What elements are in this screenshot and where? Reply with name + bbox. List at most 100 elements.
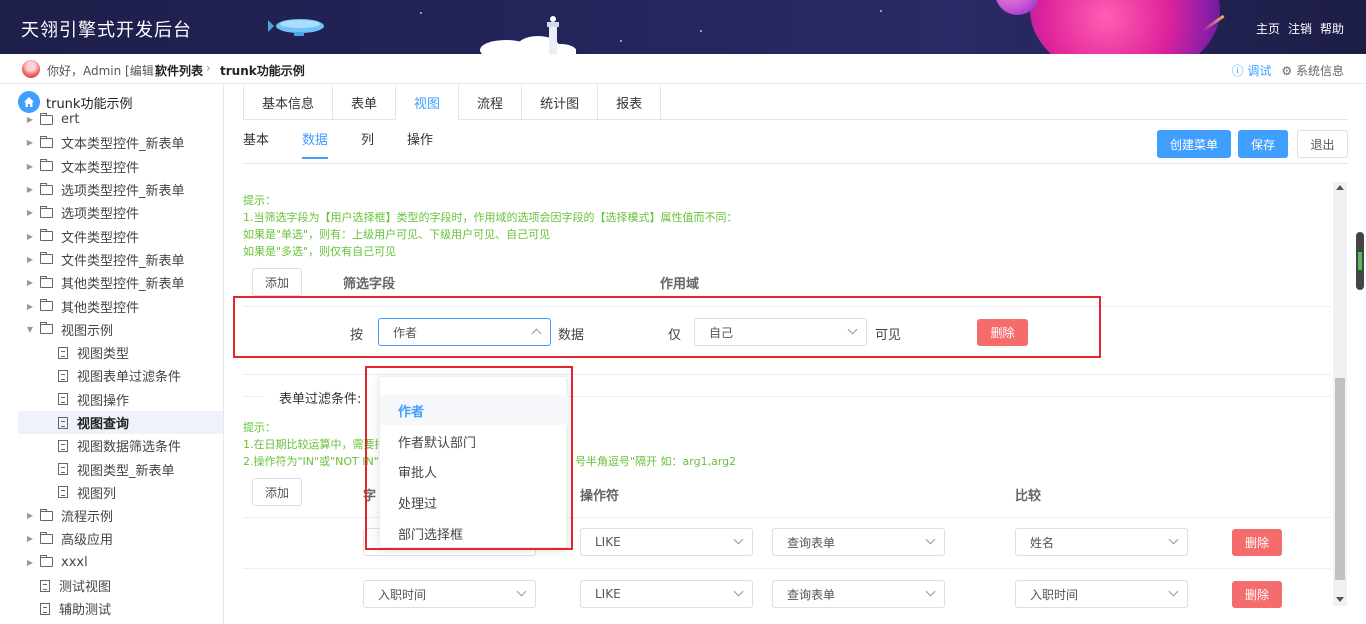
sidebar-item[interactable]: ▶ 其他类型控件_新表单 [18,271,223,294]
caret-right-icon[interactable]: ▶ [24,185,36,194]
add-filter-button[interactable]: 添加 [252,268,302,296]
sidebar-item[interactable]: ▶ 选项类型控件_新表单 [18,178,223,201]
sidebar-item-label: 视图示例 [61,323,114,339]
sidebar-item[interactable]: 辅助测试 [18,597,223,620]
folder-icon [40,135,53,148]
subtab[interactable]: 操作 [407,129,433,159]
scroll-thumb[interactable] [1335,378,1345,580]
operator-select[interactable]: LIKE [580,580,753,608]
sidebar-item[interactable]: ▶ 流程示例 [18,504,223,527]
folder-icon [40,275,53,288]
highlight-box [233,296,1101,358]
caret-down-icon[interactable]: ▼ [24,325,36,334]
tab[interactable]: 视图 [395,85,459,120]
sidebar-item[interactable]: 视图列 [18,481,223,504]
sidebar-item[interactable]: ▼ 视图示例 [18,318,223,341]
sidebar-item[interactable]: 视图查询 [18,410,223,435]
caret-right-icon[interactable]: ▶ [24,302,36,311]
logout-link[interactable]: 注销 [1288,20,1312,37]
tab[interactable]: 表单 [332,85,396,120]
tab[interactable]: 报表 [597,85,662,120]
filter-hint: 提示： 1.当筛选字段为【用户选择框】类型的字段时，作用域的选项会因字段的【选择… [243,194,738,258]
sidebar-item-label: 选项类型控件 [61,207,140,223]
source-select[interactable]: 查询表单 [772,580,945,608]
exit-button[interactable]: 退出 [1297,130,1348,158]
caret-right-icon[interactable]: ▶ [24,534,36,543]
divider [243,568,1331,569]
condition-field-select[interactable]: 入职时间 [363,580,536,608]
sidebar-item[interactable]: 视图类型 [18,341,223,364]
blimp-icon [268,19,324,36]
sidebar-item[interactable]: ▶ xxxl [18,551,223,574]
highlight-box [365,366,573,550]
chevron-down-icon [1168,586,1179,597]
sidebar-item[interactable]: 视图数据筛选条件 [18,434,223,457]
compare-select[interactable]: 入职时间 [1015,580,1188,608]
add-condition-button[interactable]: 添加 [252,478,302,506]
sidebar-item[interactable]: 测试视图 [18,574,223,597]
caret-right-icon[interactable]: ▶ [24,232,36,241]
sidebar-item[interactable]: ▶ 文本类型控件 [18,155,223,178]
caret-right-icon[interactable]: ▶ [24,511,36,520]
header-nav: 主页 注销 帮助 [1256,20,1344,37]
folder-icon [40,299,53,312]
sidebar-item-label: 文件类型控件 [61,230,140,246]
caret-right-icon[interactable]: ▶ [24,255,36,264]
scroll-up-icon[interactable] [1336,185,1344,190]
subtab[interactable]: 列 [361,129,374,159]
delete-condition-button[interactable]: 删除 [1232,581,1282,608]
document-icon [40,602,50,615]
tab[interactable]: 基本信息 [243,85,333,120]
sidebar-item[interactable]: ▶ 文件类型控件 [18,224,223,247]
sidebar-item[interactable]: ▶ 其他类型控件 [18,294,223,317]
caret-right-icon[interactable]: ▶ [24,115,36,124]
folder-icon [40,182,53,195]
sidebar-item[interactable]: ▶ 文本类型控件_新表单 [18,131,223,154]
caret-right-icon[interactable]: ▶ [24,162,36,171]
caret-right-icon[interactable]: ▶ [24,558,36,567]
create-menu-button[interactable]: 创建菜单 [1157,130,1231,158]
sidebar-item[interactable]: ▶ 选项类型控件 [18,201,223,224]
help-link[interactable]: 帮助 [1320,20,1344,37]
subtab[interactable]: 基本 [243,129,269,159]
caret-right-icon[interactable]: ▶ [24,208,36,217]
operator-select[interactable]: LIKE [580,528,753,556]
subtab[interactable]: 数据 [302,129,329,159]
sidebar-item[interactable]: 视图操作 [18,388,223,411]
source-select[interactable]: 查询表单 [772,528,945,556]
avatar[interactable] [22,60,40,78]
app-title: 天翎引擎式开发后台 [21,20,192,41]
page-scrollbar[interactable] [1356,232,1364,290]
sidebar-item-label: 视图列 [77,486,117,502]
document-icon [58,369,68,382]
sidebar-item[interactable]: ▶ 文件类型控件_新表单 [18,248,223,271]
content-scrollbar[interactable] [1333,182,1347,606]
home-link[interactable]: 主页 [1256,20,1280,37]
scroll-down-icon[interactable] [1336,597,1344,602]
breadcrumb-software-list[interactable]: 软件列表 [155,62,203,79]
document-icon [58,486,68,499]
caret-right-icon[interactable]: ▶ [24,278,36,287]
sidebar-item-label: 文本类型控件 [61,160,140,176]
sidebar-item[interactable]: 视图类型_新表单 [18,457,223,480]
debug-link[interactable]: ⓘ 调试 [1232,62,1272,79]
breadcrumb-trunk[interactable]: trunk功能示例 [220,62,305,79]
sidebar-item-label: 测试视图 [59,580,112,596]
system-info-link[interactable]: ⚙ 系统信息 [1281,62,1344,79]
star-decoration [880,10,882,12]
tab[interactable]: 流程 [458,85,522,120]
chevron-right-icon: › [298,61,303,75]
col-scope: 作用域 [660,277,700,292]
sidebar-item-label: 视图类型 [77,347,130,363]
tab[interactable]: 统计图 [521,85,598,120]
col-compare: 比较 [1015,489,1042,504]
sidebar-item[interactable]: ▶ ert [18,108,223,131]
sidebar-item[interactable]: 视图表单过滤条件 [18,364,223,387]
caret-right-icon[interactable]: ▶ [24,138,36,147]
sidebar-item[interactable]: ▶ 高级应用 [18,527,223,550]
save-button[interactable]: 保存 [1238,130,1288,158]
user-greeting[interactable]: 你好，Admin [编辑] [47,62,158,79]
compare-select[interactable]: 姓名 [1015,528,1188,556]
sidebar-item-label: 高级应用 [61,533,114,549]
delete-condition-button[interactable]: 删除 [1232,529,1282,556]
